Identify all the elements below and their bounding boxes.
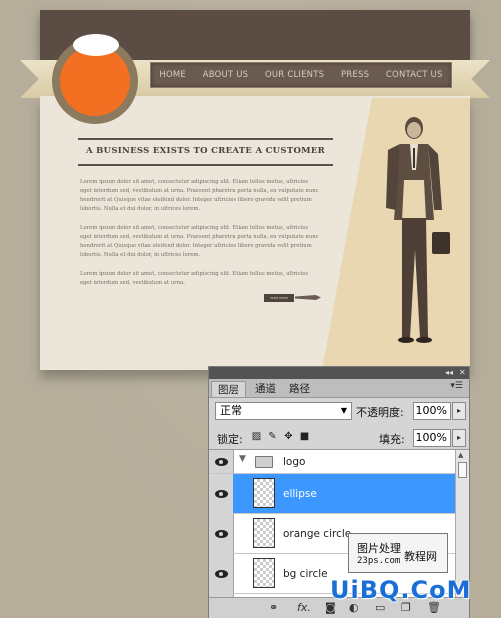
site-nav: HOME ABOUT US OUR CLIENTS PRESS CONTACT …	[150, 62, 452, 88]
nav-contact-us[interactable]: CONTACT US	[386, 70, 443, 80]
layer-name: orange circle	[283, 528, 352, 540]
logo-ellipse	[73, 34, 119, 56]
collapse-icon[interactable]: ◂◂	[445, 368, 453, 378]
page-headline: A BUSINESS EXISTS TO CREATE A CUSTOMER	[85, 146, 325, 156]
tab-channels[interactable]: 通道	[249, 381, 282, 397]
eye-icon[interactable]	[215, 458, 228, 466]
opacity-field[interactable]: 100%	[413, 402, 451, 420]
fill-field[interactable]: 100%	[413, 429, 451, 447]
link-layers-icon[interactable]: ⚭	[269, 601, 278, 614]
opacity-stepper[interactable]: ▸	[452, 402, 466, 420]
fill-label: 填充:	[379, 433, 405, 446]
nav-our-clients[interactable]: OUR CLIENTS	[265, 70, 324, 80]
lock-all-icon[interactable]: ■	[299, 431, 310, 442]
watermark-logo: UiBQ.CoM	[330, 576, 472, 604]
blend-mode-value: 正常	[220, 404, 242, 417]
body-paragraph-1: Lorem ipsum dolor sit amet, consectetur …	[80, 179, 319, 212]
website-mockup: HOME ABOUT US OUR CLIENTS PRESS CONTACT …	[20, 10, 490, 370]
fill-stepper[interactable]: ▸	[452, 429, 466, 447]
layer-group-logo[interactable]: ▼ logo	[209, 450, 455, 474]
eye-icon[interactable]	[215, 490, 228, 498]
eye-icon[interactable]	[215, 570, 228, 578]
tab-paths[interactable]: 路径	[283, 381, 316, 397]
read-more-button[interactable]: read more	[264, 294, 294, 302]
blend-mode-select[interactable]: 正常 ▼	[215, 402, 352, 420]
nav-home[interactable]: HOME	[159, 70, 186, 80]
watermark-text-cn: 图片处理	[357, 542, 401, 555]
headline-rule-bottom	[78, 164, 333, 166]
layer-thumbnail	[253, 558, 275, 588]
layer-row-ellipse[interactable]: ellipse	[233, 474, 455, 514]
businessman-illustration	[386, 117, 450, 343]
scroll-up-icon[interactable]: ▲	[458, 451, 463, 459]
nav-press[interactable]: PRESS	[341, 70, 369, 80]
eye-icon[interactable]	[215, 530, 228, 538]
headline-rule-top	[78, 138, 333, 140]
layer-name: bg circle	[283, 568, 328, 580]
nav-about-us[interactable]: ABOUT US	[203, 70, 249, 80]
panel-menu-icon[interactable]: ▾☰	[450, 381, 463, 391]
scroll-thumb[interactable]	[458, 462, 467, 478]
watermark-box: 图片处理 教程网 23ps.com	[348, 533, 448, 573]
body-paragraph-3: Lorem ipsum dolor sit amet, consectetur …	[80, 271, 309, 286]
layer-thumbnail	[253, 518, 275, 548]
opacity-label: 不透明度:	[356, 406, 404, 419]
layer-name: logo	[283, 456, 306, 468]
watermark-url: 23ps.com	[357, 556, 401, 566]
lock-position-icon[interactable]: ✥	[283, 431, 294, 442]
lock-transparency-icon[interactable]: ▨	[251, 431, 262, 442]
panel-titlebar: ◂◂ ✕	[209, 367, 469, 379]
layer-thumbnail	[253, 478, 275, 508]
panel-tabs: 图层 通道 路径	[209, 379, 469, 398]
lock-label: 锁定:	[217, 433, 243, 446]
watermark-text-cn-2: 教程网	[404, 550, 437, 563]
folder-icon	[255, 456, 273, 468]
tab-layers[interactable]: 图层	[211, 381, 246, 397]
layer-name: ellipse	[283, 488, 317, 500]
expand-triangle-icon[interactable]: ▼	[239, 454, 246, 464]
fx-icon[interactable]: fx.	[297, 601, 311, 614]
chevron-down-icon: ▼	[340, 406, 347, 415]
close-icon[interactable]: ✕	[459, 368, 466, 378]
lock-pixels-icon[interactable]: ✎	[267, 431, 278, 442]
logo-orange-circle	[60, 46, 130, 116]
body-paragraph-2: Lorem ipsum dolor sit amet, consectetur …	[80, 225, 319, 258]
